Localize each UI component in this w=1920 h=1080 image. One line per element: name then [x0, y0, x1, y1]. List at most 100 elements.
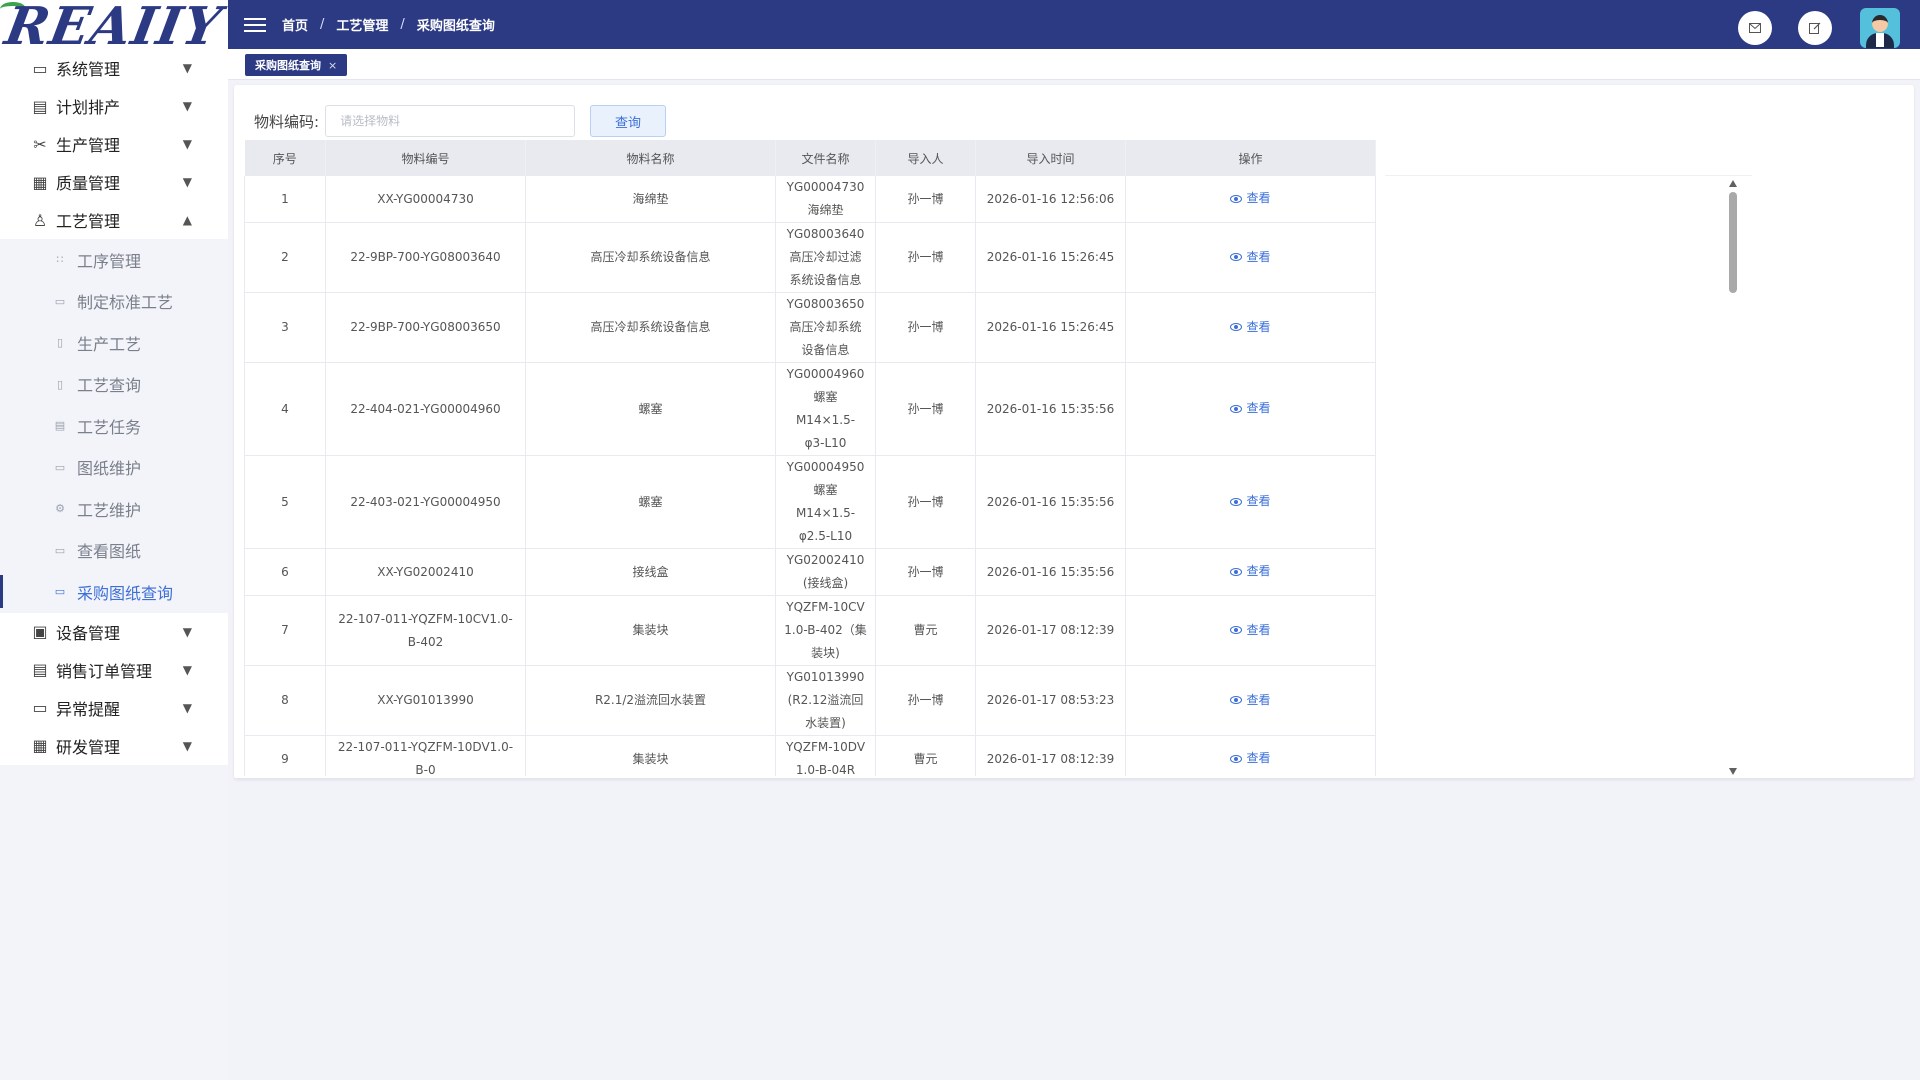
file-name-line: 高压冷却系统 [789, 320, 862, 334]
user-avatar[interactable] [1860, 8, 1900, 48]
breadcrumb-process[interactable]: 工艺管理 [336, 15, 388, 34]
cell-index: 9 [244, 735, 326, 776]
file-name-line: YG08003650 [786, 297, 865, 311]
sidebar-item-rd[interactable]: ▦ 研发管理 ▼ [0, 727, 228, 765]
logo-text: REAIIY [0, 0, 227, 49]
cell-file-name: YG00004950 螺塞M14×1.5- φ2.5-L10 [775, 455, 876, 549]
view-link[interactable]: 查看 [1230, 187, 1271, 210]
edit-icon[interactable] [1798, 11, 1832, 45]
breadcrumb-home[interactable]: 首页 [282, 15, 308, 34]
sidebar-subitem-grid[interactable]: ∷ 工序管理 [0, 239, 228, 281]
view-link[interactable]: 查看 [1230, 747, 1271, 770]
file-name-line: (R2.12溢流回 [787, 693, 864, 707]
tab-label: 采购图纸查询 [255, 59, 321, 72]
sidebar-subitem-search-doc[interactable]: ▯ 工艺查询 [0, 364, 228, 406]
sidebar-subitem-template[interactable]: ▭ 制定标准工艺 [0, 281, 228, 323]
eye-icon [1230, 497, 1243, 506]
eye-icon [1230, 404, 1243, 413]
sidebar-item-order[interactable]: ▤ 销售订单管理 ▼ [0, 651, 228, 689]
cell-index: 1 [244, 176, 326, 223]
sidebar-item-label: 生产管理 [56, 136, 121, 155]
view-link[interactable]: 查看 [1230, 689, 1271, 712]
sidebar-subitem-label: 图纸维护 [77, 459, 142, 479]
scroll-down-arrow-icon[interactable] [1729, 768, 1737, 775]
view-link[interactable]: 查看 [1230, 619, 1271, 642]
sidebar: REAIIY ▭ 系统管理 ▼ ▤ 计划排产 ▼ ✂ 生产管理 ▼ ▦ 质量管理 ▼ ♙ 工艺管理 ▲ ∷ 工… [0, 0, 228, 1080]
menu-toggle-icon[interactable] [244, 17, 266, 32]
header-actions [1712, 8, 1900, 48]
drawing-table-wrapper[interactable]: 序号 物料编号 物料名称 文件名称 导入人 导入时间 操作 1 XX-YG0000… [244, 140, 1752, 776]
view-link-label: 查看 [1246, 319, 1271, 334]
sidebar-subitem-drawing[interactable]: ▭ 图纸维护 [0, 447, 228, 489]
view-link[interactable]: 查看 [1230, 397, 1271, 420]
view-link-label: 查看 [1246, 494, 1271, 509]
file-name-line: YG00004960 [786, 367, 865, 381]
file-name-line: YG00004730 [786, 180, 865, 194]
cell-material-name: 高压冷却系统设备信息 [525, 292, 776, 363]
eye-icon [1230, 626, 1243, 635]
column-header-importer: 导入人 [875, 140, 976, 176]
column-header-index: 序号 [244, 140, 326, 176]
cell-index: 2 [244, 222, 326, 293]
scroll-up-arrow-icon[interactable] [1729, 180, 1737, 187]
tab-close-icon[interactable]: × [328, 59, 337, 72]
eye-icon [1230, 696, 1243, 705]
document-icon: ▦ [32, 172, 48, 192]
mail-icon[interactable] [1738, 11, 1772, 45]
file-name-line: 装块) [811, 646, 840, 660]
cell-index: 3 [244, 292, 326, 363]
table-scrollbar[interactable] [1727, 180, 1739, 775]
cell-action: 查看 [1125, 222, 1376, 293]
cell-material-code: XX-YG00004730 [325, 176, 526, 223]
view-link[interactable]: 查看 [1230, 560, 1271, 583]
search-doc-icon: ▯ [56, 377, 64, 391]
table-row: 9 22-107-011-YQZFM-10DV1.0-B-0 集装块 YQZFM-10… [244, 735, 1376, 776]
sidebar-item-label: 质量管理 [56, 174, 121, 193]
query-button[interactable]: 查询 [590, 105, 667, 137]
grid-icon: ∷ [56, 253, 64, 267]
sidebar-subitem-wrench[interactable]: ⚙ 工艺维护 [0, 488, 228, 530]
sidebar-subitem-purchase-drawing[interactable]: ▭ 采购图纸查询 [0, 571, 228, 613]
material-code-input[interactable] [325, 105, 576, 137]
file-name-line: YG08003640 [786, 227, 865, 241]
column-header-file-name: 文件名称 [775, 140, 876, 176]
sidebar-item-calendar[interactable]: ▤ 计划排产 ▼ [0, 87, 228, 125]
column-header-material-name: 物料名称 [525, 140, 776, 176]
view-link[interactable]: 查看 [1230, 316, 1271, 339]
eye-icon [1230, 567, 1243, 576]
cell-material-name: 高压冷却系统设备信息 [525, 222, 776, 293]
cell-file-name: YG00004730 海绵垫 [775, 176, 876, 223]
sidebar-item-document[interactable]: ▦ 质量管理 ▼ [0, 163, 228, 201]
sidebar-item-alert[interactable]: ▭ 异常提醒 ▼ [0, 689, 228, 727]
tab-purchase-drawing-query[interactable]: 采购图纸查询 × [245, 54, 348, 76]
cell-importer: 曹元 [875, 595, 976, 666]
sidebar-subitem-view-drawing[interactable]: ▭ 查看图纸 [0, 530, 228, 572]
sidebar-subitem-task[interactable]: ▤ 工艺任务 [0, 405, 228, 447]
scroll-thumb[interactable] [1729, 192, 1737, 293]
sidebar-item-tools[interactable]: ✂ 生产管理 ▼ [0, 125, 228, 163]
sidebar-subitem-label: 采购图纸查询 [77, 583, 174, 603]
sidebar-item-process[interactable]: ♙ 工艺管理 ▲ [0, 201, 228, 239]
sidebar-item-equipment[interactable]: ▣ 设备管理 ▼ [0, 613, 228, 651]
file-name-line: 高压冷却过滤 [789, 250, 862, 264]
sidebar-item-label: 异常提醒 [56, 699, 121, 719]
cell-material-name: 螺塞 [525, 455, 776, 549]
sidebar-item-monitor[interactable]: ▭ 系统管理 ▼ [0, 49, 228, 87]
cell-material-code: XX-YG01013990 [325, 665, 526, 736]
view-link[interactable]: 查看 [1230, 246, 1271, 269]
view-link-label: 查看 [1246, 692, 1271, 707]
breadcrumb-current: 采购图纸查询 [416, 19, 495, 34]
tab-bar: 采购图纸查询 × [228, 49, 1920, 80]
sidebar-subitem-label: 工艺任务 [77, 417, 142, 437]
cell-import-time: 2026-01-17 08:12:39 [975, 735, 1126, 776]
sidebar-menu-top: ▭ 系统管理 ▼ ▤ 计划排产 ▼ ✂ 生产管理 ▼ ▦ 质量管理 ▼ ♙ 工艺管理 ▲ [0, 49, 228, 239]
table-row: 7 22-107-011-YQZFM-10CV1.0-B-402 集装块 YQZFM-… [244, 595, 1376, 666]
sidebar-subitem-file[interactable]: ▯ 生产工艺 [0, 322, 228, 364]
view-link[interactable]: 查看 [1230, 490, 1271, 513]
purchase-drawing-icon: ▭ [54, 585, 66, 599]
column-header-action: 操作 [1125, 140, 1376, 176]
cell-file-name: YG01013990 (R2.12溢流回 水装置) [775, 665, 876, 736]
file-name-line: (接线盒) [802, 576, 849, 590]
breadcrumb-separator: / [320, 17, 325, 32]
file-name-line: YG02002410 [786, 553, 865, 567]
